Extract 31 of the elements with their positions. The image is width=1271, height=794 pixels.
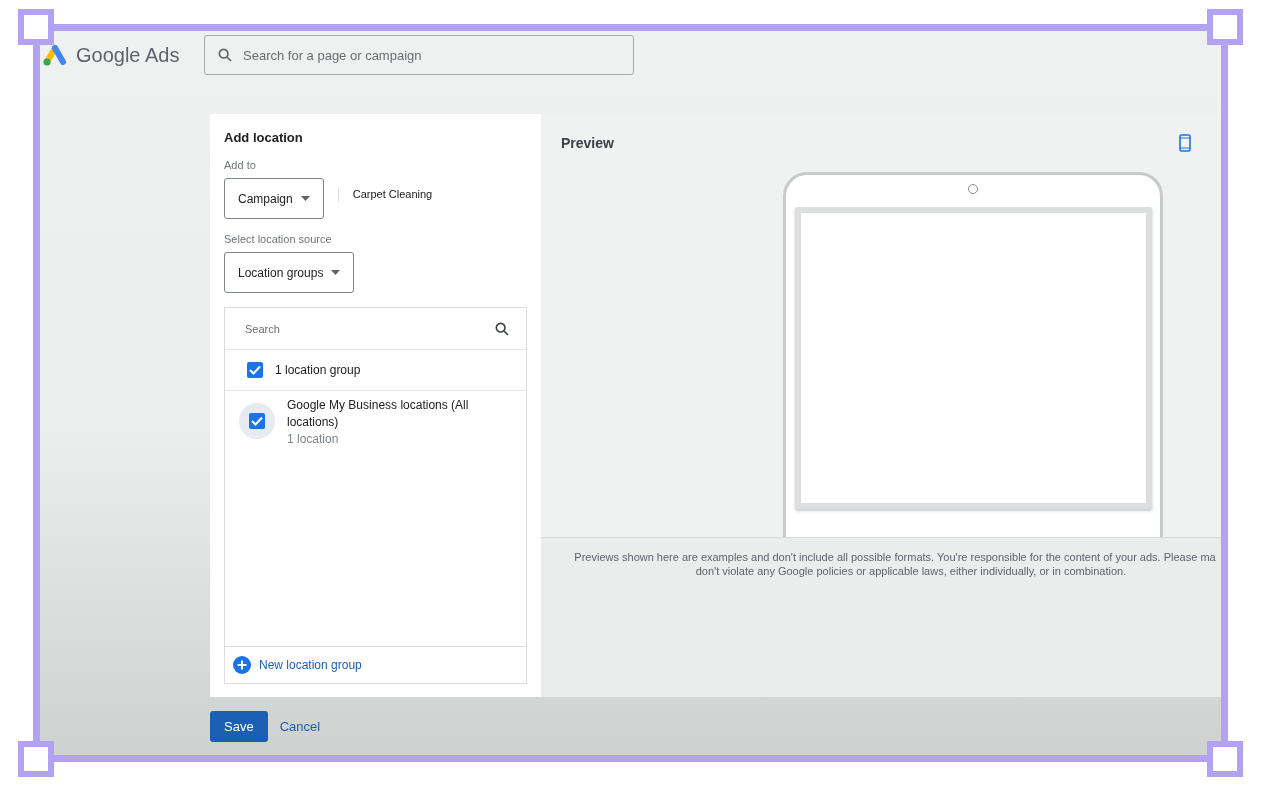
panel-title: Add location (224, 130, 304, 145)
product-name: Google Ads (76, 43, 180, 67)
search-field[interactable]: Search for a page or campaign (204, 35, 634, 75)
field-label: Select location source (224, 233, 333, 245)
save-button[interactable]: Save (210, 711, 268, 742)
dropdown-caret-icon (300, 196, 310, 201)
add-to-dropdown[interactable]: Campaign (224, 178, 324, 219)
checkbox[interactable] (247, 362, 263, 378)
crop-handle[interactable] (1207, 741, 1243, 777)
new-location-group-button[interactable]: New location group (225, 646, 526, 683)
dropdown-caret-icon (331, 270, 341, 275)
crop-handle[interactable] (1207, 9, 1243, 45)
location-source-dropdown[interactable]: Location groups (224, 252, 355, 293)
cancel-button[interactable]: Cancel (277, 711, 323, 742)
item-label[interactable]: 1 location group (275, 361, 361, 379)
campaign-name: Carpet Cleaning (352, 188, 433, 200)
disclaimer-text: Previews shown here are examples and don't include all possible formats. You're responsible for the content of your ads. Please ma (574, 550, 1216, 564)
disclaimer-text: don't violate any Google policies or applicable laws, either individually, or in combination. (695, 564, 1127, 578)
phone-icon[interactable] (1179, 134, 1191, 152)
crop-handle[interactable] (18, 9, 54, 45)
logo-icon (42, 44, 68, 66)
field-label: Add to (224, 159, 257, 171)
search-icon (217, 47, 233, 63)
item-count: 1 location (287, 431, 340, 448)
search-icon (494, 320, 510, 337)
crop-handle[interactable] (18, 741, 54, 777)
item-label[interactable]: Google My Business locations (All locations) (287, 397, 510, 431)
checkbox[interactable] (249, 413, 265, 429)
preview-title: Preview (561, 135, 614, 151)
list-search-field[interactable]: Search (245, 322, 280, 335)
plus-icon (233, 656, 251, 674)
